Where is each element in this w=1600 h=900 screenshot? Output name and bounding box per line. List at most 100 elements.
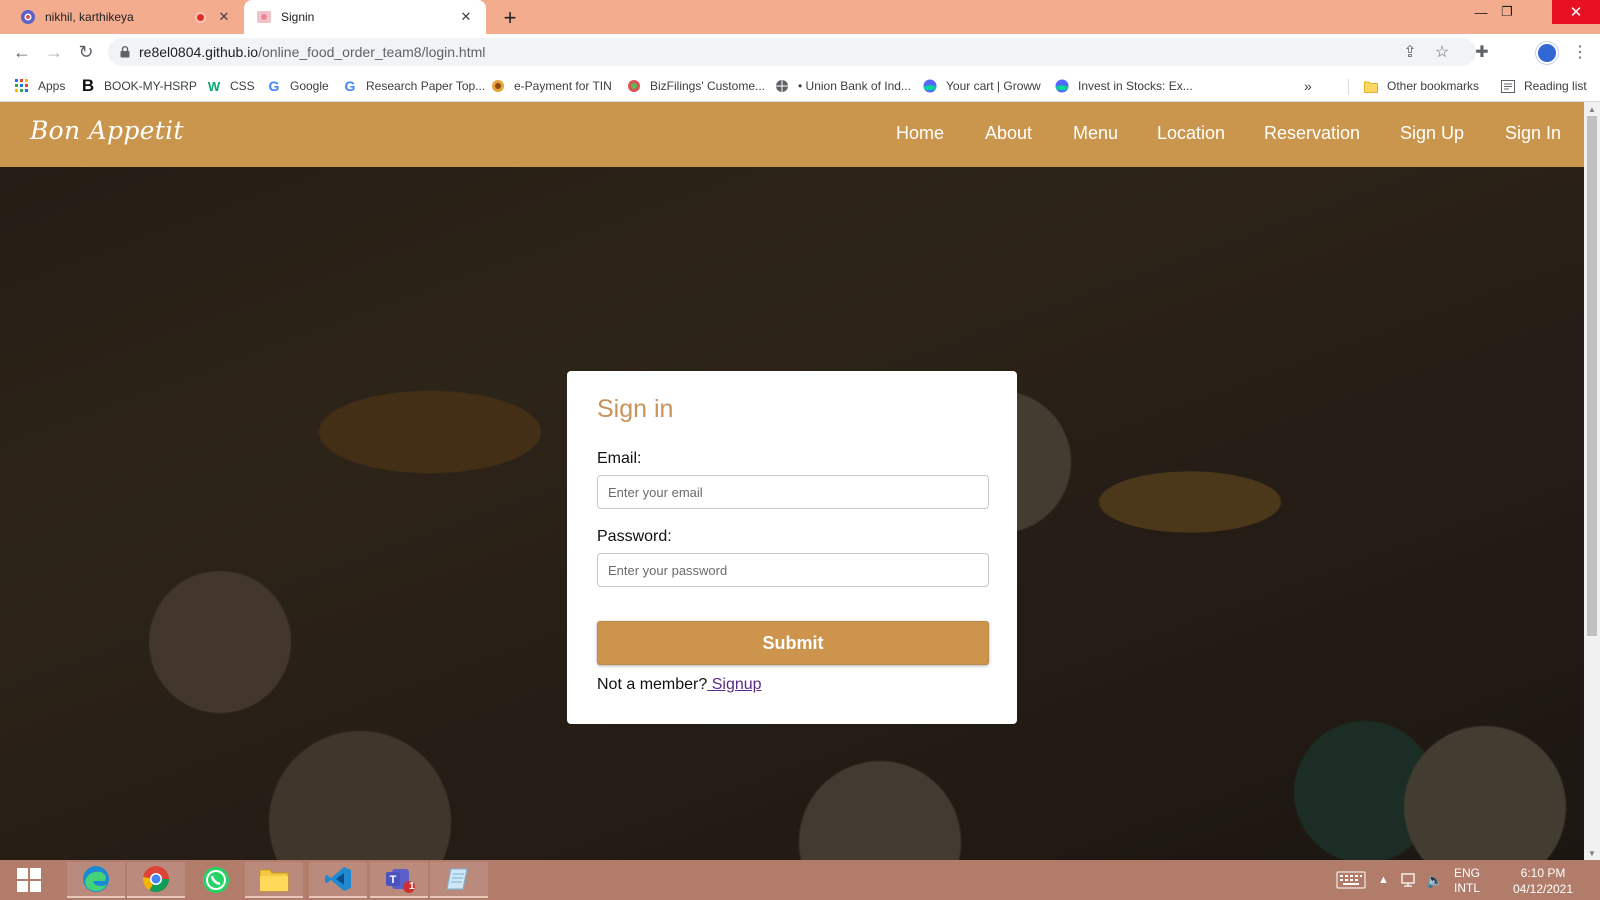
w3schools-icon: W bbox=[207, 78, 221, 94]
restore-icon[interactable]: ❐ bbox=[1486, 0, 1528, 24]
email-label: Email: bbox=[597, 450, 642, 467]
browser-toolbar: ← → ↻ re8el0804.github.io/online_food_or… bbox=[0, 34, 1600, 70]
language-indicator[interactable]: ENG INTL bbox=[1454, 866, 1480, 896]
address-bar[interactable]: re8el0804.github.io/online_food_order_te… bbox=[108, 38, 1476, 66]
folder-icon bbox=[1363, 78, 1379, 94]
bookmark-label: BOOK-MY-HSRP bbox=[104, 79, 197, 93]
globe-icon bbox=[774, 78, 790, 94]
bookmark-e-payment-tin[interactable]: e-Payment for TIN bbox=[490, 77, 612, 95]
windows-start-icon[interactable] bbox=[0, 862, 58, 898]
reading-list-button[interactable]: Reading list bbox=[1500, 77, 1587, 95]
page-scrollbar[interactable]: ▲ ▼ bbox=[1584, 102, 1600, 860]
menu-kebab-icon[interactable]: ⋮ bbox=[1570, 42, 1590, 62]
share-icon[interactable]: ⇪ bbox=[1400, 42, 1420, 62]
scrollbar-thumb[interactable] bbox=[1587, 116, 1597, 636]
brand-logo[interactable]: Bon Appetit bbox=[30, 116, 184, 145]
tab-nikhil-karthikeya[interactable]: nikhil, karthikeya ✕ bbox=[8, 0, 244, 34]
bookmark-union-bank[interactable]: • Union Bank of Ind... bbox=[774, 77, 911, 95]
close-tab-icon[interactable]: ✕ bbox=[458, 9, 474, 25]
member-prompt-text: Not a member? bbox=[597, 676, 708, 693]
close-window-icon[interactable]: ✕ bbox=[1552, 0, 1600, 24]
back-icon[interactable]: ← bbox=[10, 40, 34, 64]
clock-time: 6:10 PM bbox=[1520, 866, 1566, 880]
nav-reservation[interactable]: Reservation bbox=[1264, 123, 1360, 144]
nav-sign-in[interactable]: Sign In bbox=[1505, 123, 1561, 144]
signup-link[interactable]: Signup bbox=[707, 676, 762, 693]
recording-indicator-icon bbox=[195, 11, 206, 23]
language-code: ENG bbox=[1454, 866, 1481, 880]
apps-grid-icon bbox=[14, 78, 30, 94]
svg-text:T: T bbox=[390, 874, 397, 886]
bookmark-label: Google bbox=[290, 79, 329, 93]
url-text: re8el0804.github.io/online_food_order_te… bbox=[139, 44, 486, 60]
bookmarks-bar: Apps B BOOK-MY-HSRP W CSS G Google G Res… bbox=[0, 70, 1600, 102]
tab-title: Signin bbox=[281, 10, 315, 24]
extensions-icon[interactable]: ✚ bbox=[1472, 42, 1492, 62]
bookmark-label: Research Paper Top... bbox=[366, 79, 486, 93]
bookmark-label: Reading list bbox=[1524, 79, 1587, 93]
tin-icon bbox=[490, 78, 506, 94]
other-bookmarks-folder[interactable]: Other bookmarks bbox=[1363, 77, 1479, 95]
submit-button[interactable]: Submit bbox=[597, 621, 989, 665]
scroll-down-icon[interactable]: ▼ bbox=[1584, 846, 1600, 860]
vscode-icon[interactable] bbox=[309, 862, 367, 898]
google-icon: G bbox=[268, 78, 280, 94]
whatsapp-icon[interactable] bbox=[187, 862, 245, 898]
nav-menu[interactable]: Menu bbox=[1073, 123, 1118, 144]
nav-about[interactable]: About bbox=[985, 123, 1032, 144]
signin-card: Sign in Email: Password: Submit Not a me… bbox=[567, 371, 1017, 724]
chrome-icon[interactable] bbox=[127, 862, 185, 898]
new-tab-button[interactable]: + bbox=[498, 5, 522, 31]
bookmark-label: e-Payment for TIN bbox=[514, 79, 612, 93]
profile-avatar[interactable] bbox=[1536, 42, 1558, 64]
bookmark-apps[interactable]: Apps bbox=[14, 77, 65, 95]
scroll-up-icon[interactable]: ▲ bbox=[1584, 102, 1600, 116]
bookmark-label: Your cart | Groww bbox=[946, 79, 1041, 93]
touch-keyboard-icon[interactable] bbox=[1336, 860, 1366, 900]
bookmark-bizfilings[interactable]: BizFilings' Custome... bbox=[626, 77, 765, 95]
bookmark-invest-stocks[interactable]: Invest in Stocks: Ex... bbox=[1054, 77, 1193, 95]
browser-tab-strip: nikhil, karthikeya ✕ Signin ✕ + — ❐ ✕ bbox=[0, 0, 1600, 34]
teams-badge: 1 bbox=[409, 881, 415, 892]
bookmark-label: • Union Bank of Ind... bbox=[798, 79, 911, 93]
system-clock[interactable]: 6:10 PM 04/12/2021 bbox=[1508, 865, 1578, 897]
bookmark-label: Other bookmarks bbox=[1387, 79, 1480, 93]
bookmark-star-icon[interactable]: ☆ bbox=[1432, 42, 1452, 62]
groww-icon bbox=[1054, 78, 1070, 94]
nav-home[interactable]: Home bbox=[896, 123, 944, 144]
bookmark-label: Apps bbox=[38, 79, 66, 93]
bookmark-css[interactable]: W CSS bbox=[206, 77, 255, 95]
bookmark-book-my-hsrp[interactable]: B BOOK-MY-HSRP bbox=[80, 76, 197, 95]
password-field[interactable] bbox=[597, 553, 989, 587]
forward-icon[interactable]: → bbox=[42, 40, 66, 64]
tab-signin[interactable]: Signin ✕ bbox=[244, 0, 486, 34]
volume-icon[interactable]: 🔈 bbox=[1426, 860, 1443, 900]
windows-taskbar: T 1 ▲ 🔈 ENG INTL 6:10 PM 04/12/2021 bbox=[0, 860, 1600, 900]
tab-title: nikhil, karthikeya bbox=[45, 10, 134, 24]
lock-icon bbox=[120, 46, 130, 58]
bizfilings-icon bbox=[626, 78, 642, 94]
close-tab-icon[interactable]: ✕ bbox=[216, 9, 232, 25]
bookmark-groww-cart[interactable]: Your cart | Groww bbox=[922, 77, 1041, 95]
site-favicon-icon bbox=[257, 11, 271, 23]
notepad-icon[interactable] bbox=[430, 862, 488, 898]
email-field[interactable] bbox=[597, 475, 989, 509]
bookmark-label: CSS bbox=[230, 79, 255, 93]
clock-date: 04/12/2021 bbox=[1512, 882, 1574, 896]
reload-icon[interactable]: ↻ bbox=[74, 40, 98, 64]
bookmarks-overflow-button[interactable]: » bbox=[1304, 77, 1312, 95]
file-explorer-icon[interactable] bbox=[245, 862, 303, 898]
bookmark-label: Invest in Stocks: Ex... bbox=[1078, 79, 1193, 93]
nav-sign-up[interactable]: Sign Up bbox=[1400, 123, 1464, 144]
bookmarks-divider bbox=[1348, 79, 1349, 95]
bookmark-google[interactable]: G Google bbox=[266, 77, 329, 95]
signup-prompt: Not a member? Signup bbox=[597, 676, 762, 694]
edge-icon[interactable] bbox=[67, 862, 125, 898]
nav-location[interactable]: Location bbox=[1157, 123, 1225, 144]
google-meet-icon bbox=[21, 10, 35, 24]
bookmark-research-paper[interactable]: G Research Paper Top... bbox=[342, 77, 486, 95]
teams-icon[interactable]: T 1 bbox=[370, 862, 428, 898]
network-icon[interactable] bbox=[1400, 860, 1416, 900]
reading-list-icon bbox=[1500, 78, 1516, 94]
show-hidden-icons-icon[interactable]: ▲ bbox=[1378, 860, 1389, 900]
